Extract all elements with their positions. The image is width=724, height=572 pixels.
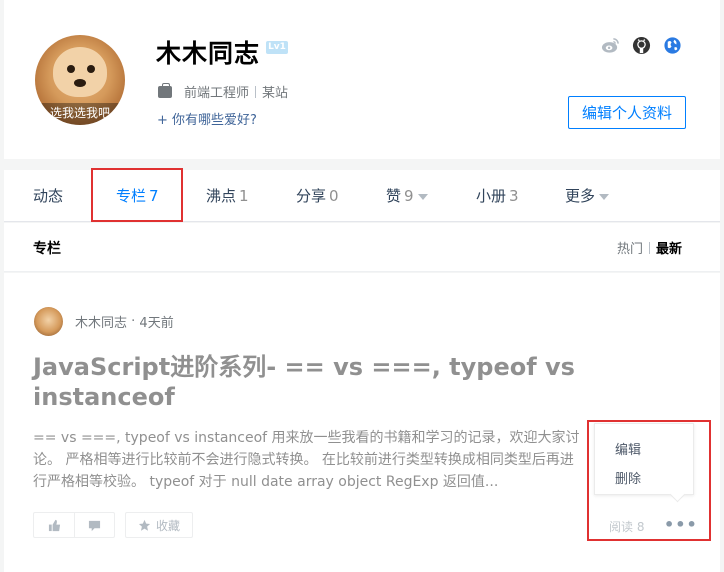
collect-button[interactable]: 收藏	[125, 512, 194, 538]
level-badge: Lv1	[266, 41, 288, 54]
section-title: 专栏	[33, 241, 61, 257]
avatar-caption: 选我选我吧	[35, 103, 125, 125]
divider	[648, 241, 650, 254]
github-icon[interactable]	[632, 36, 651, 55]
tab-booklets[interactable]: 小册 3	[476, 170, 519, 222]
read-count: 阅读 8	[609, 520, 645, 534]
sort-options: 热门 最新	[617, 238, 682, 257]
avatar-eye	[87, 65, 95, 73]
collect-label: 收藏	[156, 518, 181, 533]
social-links	[601, 36, 682, 55]
globe-icon[interactable]	[663, 36, 682, 55]
tab-count: 0	[329, 187, 339, 205]
comment-icon	[88, 520, 101, 531]
more-actions-menu: 编辑 删除	[594, 423, 694, 495]
tab-count: 9	[404, 187, 414, 205]
caret-down-icon	[417, 193, 428, 200]
tab-dynamics[interactable]: 动态	[33, 170, 63, 222]
tab-label: 分享	[296, 187, 327, 205]
tab-label: 动态	[33, 187, 64, 205]
company: 某站	[262, 86, 289, 101]
like-comment-group	[33, 512, 115, 538]
author-avatar[interactable]	[34, 307, 63, 336]
avatar-face	[53, 47, 107, 97]
user-name: 木木同志	[156, 39, 261, 68]
avatar-nose	[74, 79, 86, 87]
article-actions: 收藏	[33, 512, 194, 538]
sort-new-link[interactable]: 最新	[656, 238, 682, 257]
edit-profile-button[interactable]: 编辑个人资料	[568, 96, 686, 129]
avatar[interactable]: 选我选我吧	[35, 35, 125, 125]
avatar-eye	[67, 65, 75, 73]
tab-label: 更多	[565, 187, 596, 205]
add-hobby-link[interactable]: + 你有哪些爱好?	[157, 109, 257, 128]
menu-item-delete[interactable]: 删除	[615, 468, 641, 487]
tab-label: 赞	[386, 187, 402, 205]
sort-hot-link[interactable]: 热门	[617, 238, 643, 257]
tab-count: 7	[149, 187, 159, 205]
tab-likes[interactable]: 赞9	[386, 170, 428, 222]
article-title[interactable]: JavaScript进阶系列- == vs ===, typeof vs ins…	[33, 352, 593, 412]
tab-pins[interactable]: 沸点 1	[206, 170, 249, 222]
weibo-icon[interactable]	[601, 36, 620, 55]
menu-item-edit[interactable]: 编辑	[615, 439, 641, 458]
tab-count: 1	[239, 187, 249, 205]
star-icon	[138, 519, 151, 531]
post-time: 4天前	[139, 316, 174, 331]
more-icon[interactable]: •••	[664, 515, 698, 534]
tab-label: 小册	[476, 187, 507, 205]
author-name[interactable]: 木木同志	[75, 312, 127, 331]
thumbs-up-icon	[48, 519, 60, 531]
tab-shares[interactable]: 分享 0	[296, 170, 339, 222]
job-info: 前端工程师 某站	[158, 82, 288, 101]
comment-button[interactable]	[74, 513, 114, 537]
column-list-header: 专栏 热门 最新	[4, 223, 720, 272]
like-button[interactable]	[34, 513, 74, 537]
tab-count: 3	[509, 187, 519, 205]
tab-columns[interactable]: 专栏 7	[116, 170, 159, 222]
profile-card: 选我选我吧 木木同志 Lv1 前端工程师 某站 + 你有哪些爱好? 编辑个人资料	[4, 0, 720, 159]
tab-label: 专栏	[116, 187, 147, 205]
divider	[255, 85, 257, 98]
meta-dot: ·	[127, 314, 140, 329]
caret-down-icon	[599, 193, 610, 200]
user-profile-page: 选我选我吧 木木同志 Lv1 前端工程师 某站 + 你有哪些爱好? 编辑个人资料…	[0, 0, 724, 572]
article-abstract: == vs ===, typeof vs instanceof 用来放一些我看的…	[33, 430, 580, 490]
job-title: 前端工程师	[184, 86, 250, 101]
profile-tabs: 动态 专栏 7 沸点 1 分享 0 赞9 小册 3 更多	[4, 170, 720, 222]
tab-label: 沸点	[206, 187, 237, 205]
briefcase-icon	[158, 82, 172, 98]
article-meta: 木木同志 · 4天前	[34, 307, 174, 336]
tab-more[interactable]: 更多	[565, 170, 610, 222]
